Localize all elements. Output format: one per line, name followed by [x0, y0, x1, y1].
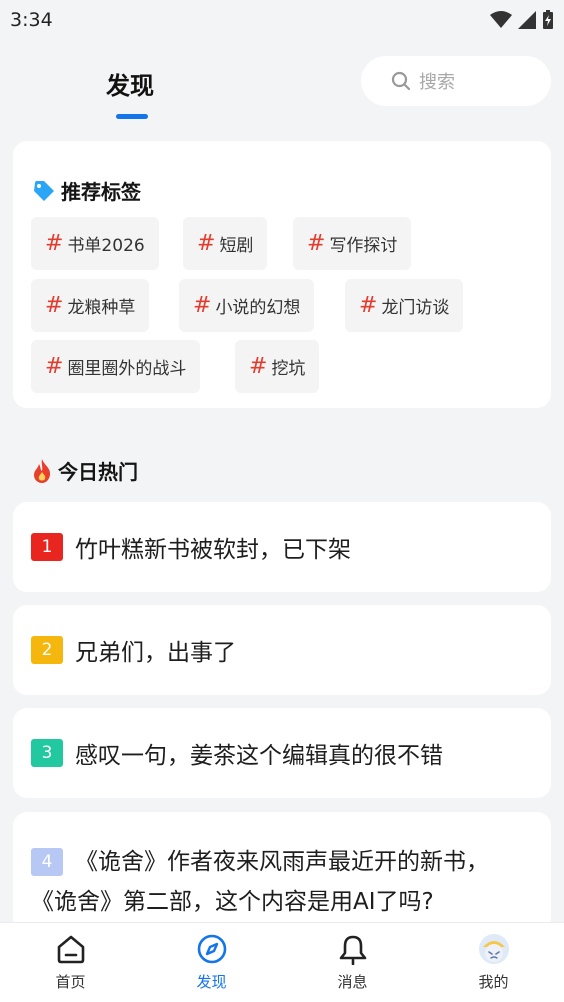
tag-chip[interactable]: # 书单2026 — [31, 217, 159, 270]
hot-item[interactable]: 1 竹叶糕新书被软封，已下架 — [13, 502, 551, 592]
tag-chip[interactable]: # 龙门访谈 — [345, 279, 464, 332]
status-time: 3:34 — [10, 9, 53, 31]
hot-item[interactable]: 3 感叹一句，姜茶这个编辑真的很不错 — [13, 708, 551, 798]
tag-chip[interactable]: # 短剧 — [183, 217, 268, 270]
tag-label: 挖坑 — [271, 359, 306, 379]
bell-icon — [339, 935, 366, 965]
hot-item-title: 《诡舍》作者夜来风雨声最近开的新书， — [75, 849, 489, 875]
tag-chip[interactable]: # 圈里圈外的战斗 — [31, 340, 201, 393]
tag-label: 写作探讨 — [329, 236, 398, 256]
status-bar: 3:34 — [0, 0, 564, 40]
hash-icon: # — [193, 293, 212, 318]
header: 发现 搜索 — [0, 40, 564, 130]
status-icons — [490, 10, 554, 30]
tags-section-heading: 推荐标签 — [33, 176, 141, 205]
tag-chip[interactable]: # 写作探讨 — [293, 217, 412, 270]
hash-icon: # — [45, 293, 64, 318]
nav-label: 发现 — [196, 973, 227, 991]
nav-label: 消息 — [337, 973, 368, 991]
nav-label: 首页 — [55, 973, 86, 991]
hash-icon: # — [359, 293, 378, 318]
tags-section-title: 推荐标签 — [61, 180, 141, 204]
avatar-icon — [478, 934, 509, 964]
tag-chip[interactable]: # 挖坑 — [235, 340, 320, 393]
search-input[interactable]: 搜索 — [361, 56, 551, 106]
search-icon — [391, 71, 411, 91]
tag-chip[interactable]: # 龙粮种草 — [31, 279, 150, 332]
hot-item-title: 感叹一句，姜茶这个编辑真的很不错 — [75, 743, 443, 769]
rank-badge: 3 — [31, 739, 63, 767]
rank-badge: 1 — [31, 533, 63, 561]
tag-label: 龙门访谈 — [381, 298, 450, 318]
bottom-nav: 首页 发现 消息 我的 — [0, 922, 564, 1002]
hot-section-title: 今日热门 — [58, 460, 138, 484]
nav-item-home[interactable]: 首页 — [0, 923, 141, 1002]
hot-section-heading: 今日热门 — [32, 456, 138, 485]
fire-icon — [32, 458, 52, 484]
hot-item[interactable]: 2 兄弟们，出事了 — [13, 605, 551, 695]
hash-icon: # — [197, 231, 216, 256]
tab-active-indicator — [116, 114, 148, 119]
nav-item-profile[interactable]: 我的 — [423, 923, 564, 1002]
tag-label: 短剧 — [219, 236, 254, 256]
tag-icon — [33, 180, 55, 202]
tag-label: 小说的幻想 — [215, 298, 301, 318]
hash-icon: # — [45, 354, 64, 379]
hash-icon: # — [45, 231, 64, 256]
tag-label: 圈里圈外的战斗 — [67, 359, 187, 379]
tag-label: 龙粮种草 — [67, 298, 136, 318]
hash-icon: # — [307, 231, 326, 256]
rank-badge: 2 — [31, 636, 63, 664]
hot-item-title: 竹叶糕新书被软封，已下架 — [75, 537, 351, 563]
tag-chip[interactable]: # 小说的幻想 — [179, 279, 315, 332]
hot-item-line: 4 《诡舍》作者夜来风雨声最近开的新书， — [31, 842, 533, 882]
rank-badge: 4 — [31, 848, 63, 876]
hash-icon: # — [249, 354, 268, 379]
nav-item-messages[interactable]: 消息 — [282, 923, 423, 1002]
search-placeholder: 搜索 — [419, 72, 455, 93]
hot-item-title-line2: 《诡舍》第二部，这个内容是用AI了吗? — [31, 889, 434, 915]
home-icon — [57, 935, 84, 964]
signal-icon — [518, 11, 536, 29]
recommended-tags-card: 推荐标签 # 书单2026 # 短剧 # 写作探讨 # 龙粮种草 # 小说的幻想… — [13, 141, 551, 408]
battery-icon — [543, 10, 553, 29]
hot-item-title: 兄弟们，出事了 — [75, 640, 236, 666]
hot-item[interactable]: 4 《诡舍》作者夜来风雨声最近开的新书， 《诡舍》第二部，这个内容是用AI了吗? — [13, 812, 551, 932]
wifi-icon — [490, 11, 512, 28]
tag-label: 书单2026 — [67, 236, 145, 256]
compass-icon — [197, 934, 226, 964]
nav-label: 我的 — [478, 973, 509, 991]
tab-discover[interactable]: 发现 — [106, 66, 154, 101]
nav-item-discover[interactable]: 发现 — [141, 923, 282, 1002]
